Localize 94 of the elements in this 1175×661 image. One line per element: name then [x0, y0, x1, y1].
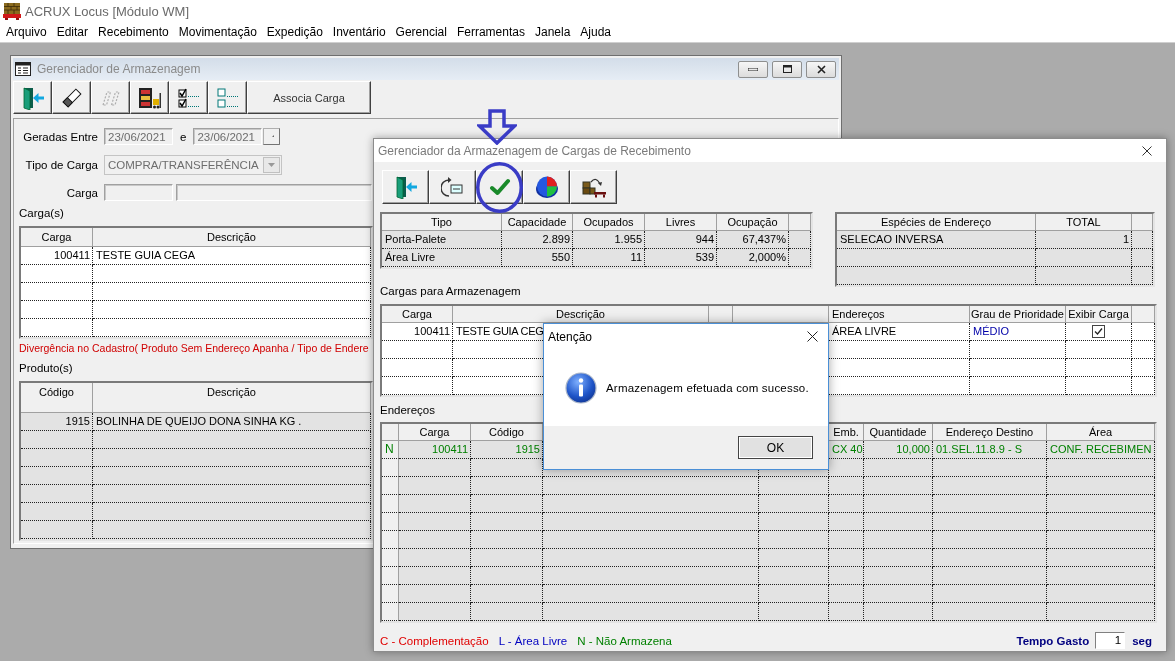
brick-wall-icon [3, 2, 21, 20]
menu-item[interactable]: Gerencial [390, 22, 452, 42]
toolbar-button[interactable] [429, 170, 476, 204]
field-label: Carga [66, 186, 98, 199]
toolbar-button[interactable] [382, 170, 429, 204]
elapsed-time-field[interactable]: 1 [1095, 632, 1126, 649]
close-icon[interactable] [1142, 145, 1152, 156]
form-icon [15, 62, 31, 76]
column-header: Tipo [382, 214, 502, 231]
table-cell: 550 [502, 249, 573, 267]
associate-load-button[interactable]: Associa Carga [247, 81, 371, 114]
rotate-card-icon [440, 175, 465, 199]
column-header [789, 214, 811, 231]
section-label: Cargas para Armazenagem [380, 284, 521, 298]
column-header [1132, 306, 1155, 323]
menu-item[interactable]: Janela [529, 22, 576, 42]
down-arrow-annotation [477, 109, 517, 145]
legend-item: L - Área Livre [498, 634, 568, 647]
menu-item[interactable]: Editar [51, 22, 94, 42]
maximize-button[interactable] [772, 60, 802, 78]
column-header: Endereço Destino [933, 424, 1047, 441]
checkbox[interactable] [1092, 325, 1105, 338]
menu-item[interactable]: Inventário [327, 22, 391, 42]
section-label: Produto(s) [19, 361, 73, 375]
table-cell: 2,000% [717, 249, 789, 267]
column-header: Capacidade [502, 214, 573, 231]
status-letter: N [385, 442, 394, 456]
table-cell: Área Livre [382, 249, 502, 267]
column-header: Carga [399, 424, 471, 441]
column-header: Ocupados [573, 214, 645, 231]
table-cell [789, 249, 811, 267]
info-icon [565, 371, 597, 404]
column-header: Código [471, 424, 543, 441]
menu-item[interactable]: Arquivo [1, 22, 52, 42]
legend-item: N - Não Armazena [577, 634, 672, 647]
legend-item: C - Complementação [380, 634, 489, 647]
unchecked-list-icon [215, 85, 240, 110]
menu-item[interactable]: Ajuda [575, 22, 617, 42]
window-title: Gerenciador de Armazenagem [37, 62, 201, 76]
circle-annotation [476, 162, 523, 213]
square-button-icon[interactable] [263, 128, 281, 145]
section-label: Carga(s) [19, 206, 64, 220]
toolbar-button[interactable] [130, 81, 169, 114]
section-label: Endereços [380, 403, 435, 417]
toolbar-button[interactable] [523, 170, 570, 204]
column-header: Carga [21, 228, 93, 247]
column-header: Descrição [93, 383, 371, 413]
column-header: Área [1047, 424, 1155, 441]
column-header: Emb. [829, 424, 864, 441]
load-description: TESTE GUIA CEG [456, 325, 544, 337]
warning-message: Divergência no Cadastro( Produto Sem Endereço Apanha / Tipo de Endere [19, 341, 369, 355]
toolbar-button[interactable] [169, 81, 208, 114]
field-label: Tipo de Carga [25, 159, 98, 171]
toolbar-button[interactable] [208, 81, 247, 114]
column-header [1132, 214, 1153, 231]
column-header: Descrição [453, 306, 709, 323]
exit-door-icon [393, 175, 418, 199]
column-header: Ocupação [717, 214, 789, 231]
close-button[interactable] [806, 60, 836, 78]
menu-item[interactable]: Movimentação [173, 22, 262, 42]
pie-chart-icon [534, 175, 559, 199]
column-header: Exibir Carga [1066, 306, 1132, 323]
close-icon [816, 64, 826, 74]
column-header: TOTAL [1036, 214, 1132, 231]
column-header: Grau de Prioridade [970, 306, 1066, 323]
menu-item[interactable]: Expedição [261, 22, 328, 42]
exit-door-icon [20, 85, 45, 110]
table-cell: 539 [645, 249, 717, 267]
maximize-icon [782, 65, 792, 73]
column-header: Espécies de Endereço [837, 214, 1036, 231]
minimize-icon [748, 67, 758, 71]
dialog-message: Armazenagem efetuada com sucesso. [606, 381, 809, 394]
column-header: Endereços [829, 306, 970, 323]
column-header: Livres [645, 214, 717, 231]
column-header: Código [21, 383, 93, 413]
toolbar-button[interactable] [570, 170, 617, 204]
toolbar-button[interactable] [13, 81, 52, 114]
toolbar-button[interactable] [52, 81, 91, 114]
close-icon[interactable] [807, 331, 818, 342]
app-title: ACRUX Locus [Módulo WM] [25, 3, 189, 19]
shelving-forklift-icon [137, 85, 162, 110]
dialog-title: Atenção [548, 329, 593, 344]
field-label: Geradas Entre [23, 130, 98, 143]
window-title: Gerenciador da Armazenagem de Cargas de Recebimento [378, 143, 691, 158]
column-header: Quantidade [864, 424, 933, 441]
connector-text: e [180, 130, 187, 143]
menu-item[interactable]: Recebimento [93, 22, 174, 42]
table-cell: 11 [573, 249, 645, 267]
ok-button[interactable]: OK [738, 436, 813, 459]
elapsed-time-label: Tempo Gasto [1016, 634, 1090, 647]
time-unit: seg [1132, 634, 1152, 647]
column-header: Descrição [93, 228, 371, 247]
column-header: Carga [382, 306, 453, 323]
menu-item[interactable]: Ferramentas [451, 22, 530, 42]
